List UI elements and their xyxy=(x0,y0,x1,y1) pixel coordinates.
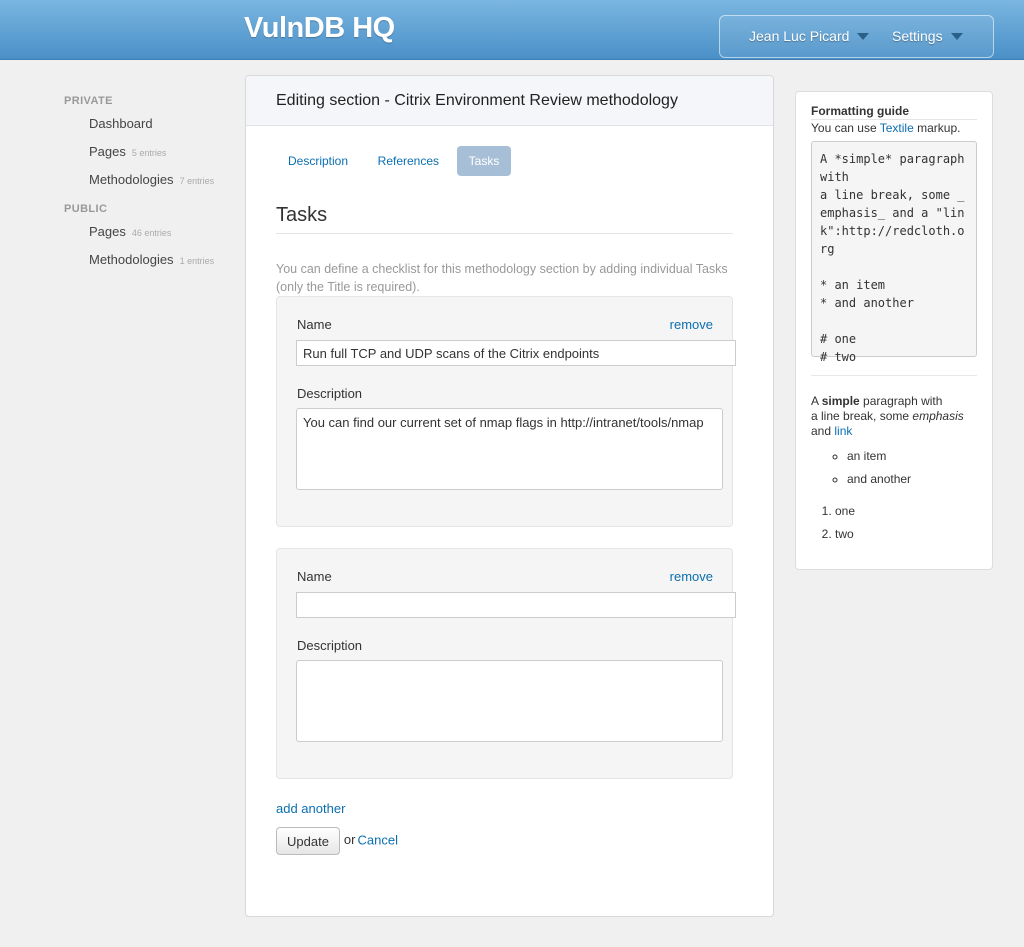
task-name-label: Name xyxy=(297,569,332,584)
sidebar-item-label[interactable]: Methodologies xyxy=(89,172,174,187)
sidebar-item-public-methodologies[interactable]: Methodologies 1 entries xyxy=(64,252,244,280)
sidebar-item-label[interactable]: Methodologies xyxy=(89,252,174,267)
task-item: Name remove Description You can find our… xyxy=(276,296,736,527)
list-item: one xyxy=(835,504,977,527)
sidebar-item-label[interactable]: Dashboard xyxy=(89,116,153,131)
settings-menu-dropdown[interactable]: Settings xyxy=(892,28,963,44)
settings-menu-label: Settings xyxy=(892,28,943,44)
or-text: or xyxy=(343,832,356,848)
list-item: and another xyxy=(847,472,977,495)
preview-numbered-list: one two xyxy=(811,504,977,550)
user-nav: Jean Luc Picard Settings xyxy=(719,15,994,58)
remove-task-link[interactable]: remove xyxy=(670,569,713,584)
sidebar-item-label[interactable]: Pages xyxy=(89,224,126,239)
user-menu-label: Jean Luc Picard xyxy=(749,28,850,44)
preview-strong: simple xyxy=(821,394,860,408)
remove-task-link[interactable]: remove xyxy=(670,317,713,332)
sidebar-heading-private: PRIVATE xyxy=(64,95,113,107)
tab-tasks[interactable]: Tasks xyxy=(456,146,512,176)
cancel-link[interactable]: Cancel xyxy=(357,832,397,847)
list-item: two xyxy=(835,527,977,550)
preview-text: paragraph with xyxy=(863,394,943,408)
top-navbar: VulnDB HQ Jean Luc Picard Settings xyxy=(0,0,1024,60)
sidebar-heading-public: PUBLIC xyxy=(64,203,108,215)
entry-count: 5 entries xyxy=(131,148,167,158)
help-text: You can define a checklist for this meth… xyxy=(276,262,728,294)
sidebar-item-label[interactable]: Pages xyxy=(89,144,126,159)
guide-intro-text: markup. xyxy=(917,121,961,135)
entry-count: 46 entries xyxy=(131,228,172,238)
page-title: Editing section - Citrix Environment Rev… xyxy=(246,76,773,126)
section-tabs: Description References Tasks xyxy=(276,146,513,176)
sidebar-item-public-pages[interactable]: Pages 46 entries xyxy=(64,224,244,252)
entry-count: 7 entries xyxy=(179,176,215,186)
form-actions: Update or Cancel xyxy=(276,827,398,855)
divider xyxy=(811,375,977,376)
tab-references[interactable]: References xyxy=(366,146,451,176)
section-heading: Tasks xyxy=(276,204,733,234)
update-button[interactable]: Update xyxy=(276,827,340,855)
brand-logo[interactable]: VulnDB HQ xyxy=(244,12,395,45)
task-name-input[interactable] xyxy=(296,592,736,618)
add-another-task-link[interactable]: add another xyxy=(276,801,345,816)
sidebar-item-dashboard[interactable]: Dashboard xyxy=(64,116,244,144)
preview-bullet-list: an item and another xyxy=(811,449,977,495)
chevron-down-icon xyxy=(950,32,963,40)
sidebar: PRIVATE Dashboard Pages 5 entries Methodo… xyxy=(64,94,244,280)
task-description-input[interactable]: You can find our current set of nmap fla… xyxy=(296,408,723,490)
task-description-input[interactable] xyxy=(296,660,723,742)
sidebar-item-private-pages[interactable]: Pages 5 entries xyxy=(64,144,244,172)
task-description-label: Description xyxy=(297,638,363,653)
entry-count: 1 entries xyxy=(179,256,215,266)
textile-link[interactable]: Textile xyxy=(880,121,914,135)
preview-text: and xyxy=(811,424,832,438)
task-name-input[interactable] xyxy=(296,340,736,366)
guide-intro-text: You can use xyxy=(811,121,877,135)
tab-description[interactable]: Description xyxy=(276,146,360,176)
guide-intro: You can use Textile markup. xyxy=(811,121,977,135)
task-name-label: Name xyxy=(297,317,332,332)
textile-example-code: A *simple* paragraph with a line break, … xyxy=(811,141,977,364)
rendered-preview: A simple paragraph with a line break, so… xyxy=(811,394,977,550)
chevron-down-icon xyxy=(857,32,870,40)
sidebar-item-private-methodologies[interactable]: Methodologies 7 entries xyxy=(64,172,244,200)
list-item: an item xyxy=(847,449,977,472)
preview-text: A xyxy=(811,394,819,408)
preview-paragraph: A simple paragraph with a line break, so… xyxy=(811,394,977,439)
formatting-guide: Formatting guide You can use Textile mar… xyxy=(795,91,993,570)
preview-link[interactable]: link xyxy=(834,424,852,438)
user-menu-dropdown[interactable]: Jean Luc Picard xyxy=(749,28,870,44)
guide-title: Formatting guide xyxy=(811,104,977,120)
preview-text: a line break, some xyxy=(811,409,910,423)
task-description-label: Description xyxy=(297,386,363,401)
edit-section-panel: Editing section - Citrix Environment Rev… xyxy=(245,75,774,917)
task-item: Name remove Description xyxy=(276,548,736,779)
preview-emphasis: emphasis xyxy=(912,409,964,423)
